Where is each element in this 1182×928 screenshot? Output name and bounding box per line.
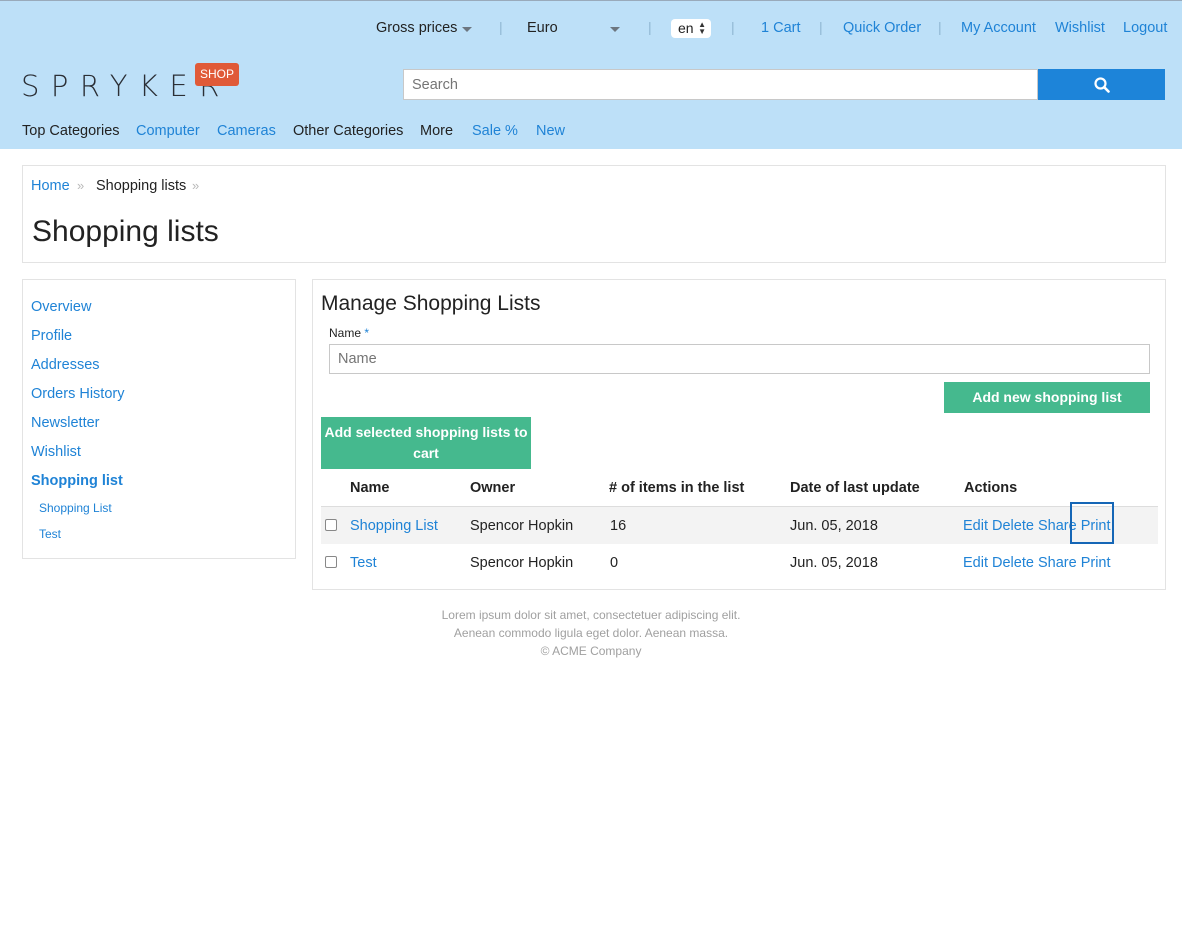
price-mode-select[interactable]: Gross prices bbox=[376, 19, 457, 37]
list-name-link[interactable]: Test bbox=[350, 555, 377, 571]
list-item-count: 16 bbox=[610, 518, 627, 534]
column-header-date: Date of last update bbox=[790, 480, 920, 496]
delete-link[interactable]: Delete bbox=[992, 555, 1038, 571]
breadcrumb-separator: » bbox=[77, 178, 85, 193]
my-account-link[interactable]: My Account bbox=[961, 19, 1036, 37]
row-actions: Edit Delete Share Print bbox=[963, 555, 1111, 571]
breadcrumb-current: Shopping lists bbox=[96, 178, 187, 194]
sidebar-item-shopping-list[interactable]: Shopping list bbox=[31, 472, 123, 490]
row-checkbox[interactable] bbox=[325, 519, 337, 531]
required-marker: * bbox=[364, 326, 370, 340]
list-name-link[interactable]: Shopping List bbox=[350, 518, 438, 534]
list-item-count: 0 bbox=[610, 555, 619, 571]
nav-other-categories[interactable]: Other Categories bbox=[293, 122, 403, 140]
footer-text-line: Lorem ipsum dolor sit amet, consectetuer… bbox=[441, 608, 741, 622]
name-label-text: Name bbox=[329, 326, 362, 340]
delete-link[interactable]: Delete bbox=[992, 518, 1038, 534]
nav-new[interactable]: New bbox=[536, 122, 565, 140]
column-header-name: Name bbox=[350, 480, 390, 496]
column-header-owner: Owner bbox=[470, 480, 516, 496]
nav-top-categories[interactable]: Top Categories bbox=[22, 122, 120, 140]
footer-text-line: Aenean commodo ligula eget dolor. Aenean… bbox=[453, 626, 729, 640]
language-select[interactable]: en ▲ ▼ bbox=[671, 19, 711, 38]
breadcrumb-separator: » bbox=[192, 178, 200, 193]
breadcrumb-home[interactable]: Home bbox=[31, 178, 70, 194]
add-new-shopping-list-button[interactable]: Add new shopping list bbox=[944, 382, 1150, 413]
cart-link[interactable]: 1 Cart bbox=[761, 19, 801, 37]
row-checkbox[interactable] bbox=[325, 556, 337, 568]
logout-link[interactable]: Logout bbox=[1123, 19, 1167, 37]
list-owner: Spencor Hopkin bbox=[470, 555, 574, 571]
print-link-highlight bbox=[1070, 502, 1114, 544]
list-last-update: Jun. 05, 2018 bbox=[790, 518, 878, 534]
share-link[interactable]: Share bbox=[1038, 555, 1081, 571]
sidebar-item-profile[interactable]: Profile bbox=[31, 327, 72, 345]
print-link[interactable]: Print bbox=[1081, 555, 1111, 571]
up-down-arrows-icon: ▲ ▼ bbox=[698, 20, 706, 36]
wishlist-link[interactable]: Wishlist bbox=[1055, 19, 1105, 37]
sidebar-item-overview[interactable]: Overview bbox=[31, 298, 91, 316]
footer-copyright: © ACME Company bbox=[540, 644, 642, 658]
currency-select[interactable]: Euro bbox=[527, 19, 558, 37]
account-sidebar: Overview Profile Addresses Orders Histor… bbox=[22, 279, 296, 559]
column-header-actions: Actions bbox=[964, 480, 1018, 496]
table-row: Test Spencor Hopkin 0 Jun. 05, 2018 Edit… bbox=[321, 544, 1158, 581]
sidebar-item-wishlist[interactable]: Wishlist bbox=[31, 443, 81, 461]
sidebar-item-orders-history[interactable]: Orders History bbox=[31, 385, 124, 403]
name-field-label: Name * bbox=[329, 326, 369, 340]
page-title: Shopping lists bbox=[32, 215, 219, 248]
site-header: Gross prices | Euro | en ▲ ▼ | 1 Cart | Q… bbox=[0, 0, 1182, 149]
edit-link[interactable]: Edit bbox=[963, 555, 992, 571]
separator: | bbox=[938, 19, 942, 35]
edit-link[interactable]: Edit bbox=[963, 518, 992, 534]
table-row: Shopping List Spencor Hopkin 16 Jun. 05,… bbox=[321, 507, 1158, 544]
section-title: Manage Shopping Lists bbox=[321, 292, 541, 315]
language-value: en bbox=[678, 20, 694, 36]
nav-sale[interactable]: Sale % bbox=[472, 122, 518, 140]
search-button[interactable] bbox=[1038, 69, 1165, 100]
shopping-list-name-field[interactable] bbox=[329, 344, 1150, 374]
search-input[interactable] bbox=[403, 69, 1038, 100]
column-header-items: # of items in the list bbox=[609, 480, 745, 496]
sidebar-item-newsletter[interactable]: Newsletter bbox=[31, 414, 100, 432]
breadcrumb: Home » Shopping lists » bbox=[22, 165, 1166, 204]
price-mode-chevron-down-icon bbox=[462, 27, 472, 32]
sidebar-subitem-test[interactable]: Test bbox=[39, 527, 61, 541]
shop-badge: SHOP bbox=[195, 63, 240, 86]
list-last-update: Jun. 05, 2018 bbox=[790, 555, 878, 571]
search-icon bbox=[1094, 77, 1110, 93]
sidebar-subitem-shopping-list[interactable]: Shopping List bbox=[39, 501, 112, 515]
nav-cameras[interactable]: Cameras bbox=[217, 122, 276, 140]
separator: | bbox=[819, 19, 823, 35]
add-selected-to-cart-button[interactable]: Add selected shopping lists to cart bbox=[321, 417, 531, 469]
separator: | bbox=[499, 19, 503, 35]
separator: | bbox=[731, 19, 735, 35]
separator: | bbox=[648, 19, 652, 35]
nav-computer[interactable]: Computer bbox=[136, 122, 200, 140]
list-owner: Spencor Hopkin bbox=[470, 518, 574, 534]
manage-shopping-lists-panel: Manage Shopping Lists Name * Add new sho… bbox=[312, 279, 1166, 590]
page-title-box: Shopping lists bbox=[22, 203, 1166, 263]
currency-chevron-down-icon bbox=[610, 27, 620, 32]
nav-more[interactable]: More bbox=[420, 122, 453, 140]
quick-order-link[interactable]: Quick Order bbox=[843, 19, 921, 37]
sidebar-item-addresses[interactable]: Addresses bbox=[31, 356, 100, 374]
top-bar: Gross prices | Euro | en ▲ ▼ | 1 Cart | Q… bbox=[0, 1, 1182, 55]
